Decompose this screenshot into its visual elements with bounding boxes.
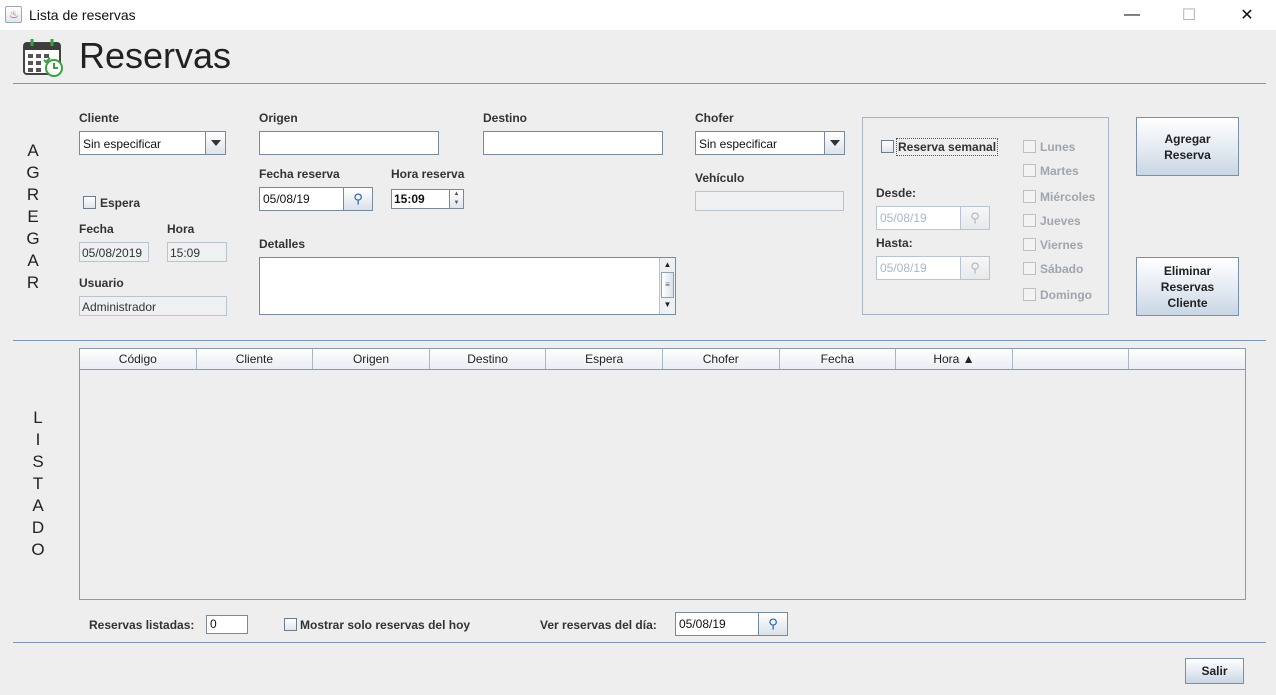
- reserva-semanal-label: Reserva semanal: [896, 138, 999, 156]
- reserva-semanal-checkbox[interactable]: [881, 140, 894, 153]
- pin-icon: ⚲: [768, 616, 778, 631]
- destino-label: Destino: [483, 111, 528, 125]
- miercoles-checkbox[interactable]: [1023, 190, 1036, 203]
- column-header-destino[interactable]: Destino: [430, 349, 547, 369]
- hasta-input[interactable]: 05/08/19: [876, 256, 961, 280]
- hasta-calendar-button[interactable]: ⚲: [960, 256, 990, 280]
- divider: [13, 642, 1266, 643]
- section-label-listado: LISTADO: [31, 408, 45, 559]
- chevron-down-icon: [205, 132, 225, 154]
- column-header-chofer[interactable]: Chofer: [663, 349, 780, 369]
- pin-icon: ⚲: [970, 260, 980, 275]
- hora-reserva-label: Hora reserva: [391, 167, 465, 181]
- usuario-label: Usuario: [79, 276, 124, 290]
- fecha-reserva-label: Fecha reserva: [259, 167, 340, 181]
- chofer-label: Chofer: [695, 111, 734, 125]
- page-title: Reservas: [79, 35, 232, 76]
- divider: [13, 340, 1266, 341]
- usuario-field: Administrador: [79, 296, 227, 316]
- column-header-fecha[interactable]: Fecha: [780, 349, 897, 369]
- table-header: Código Cliente Origen Destino Espera Cho…: [80, 349, 1245, 370]
- viernes-checkbox[interactable]: [1023, 238, 1036, 251]
- mostrar-hoy-checkbox[interactable]: [284, 618, 297, 631]
- domingo-checkbox[interactable]: [1023, 288, 1036, 301]
- lunes-checkbox[interactable]: [1023, 140, 1036, 153]
- reservas-listadas-field[interactable]: 0: [206, 615, 248, 634]
- column-header-extra-2[interactable]: [1129, 349, 1245, 369]
- espera-label: Espera: [100, 196, 141, 210]
- maximize-button[interactable]: ☐: [1160, 0, 1218, 30]
- lunes-label: Lunes: [1040, 140, 1076, 154]
- hora-reserva-input[interactable]: 15:09: [391, 189, 450, 209]
- detalles-scrollbar[interactable]: ▲ ≡ ▼: [659, 258, 675, 314]
- sabado-label: Sábado: [1040, 262, 1084, 276]
- spinner-up-icon[interactable]: ▲: [450, 190, 463, 199]
- jueves-checkbox[interactable]: [1023, 214, 1036, 227]
- eliminar-reservas-cliente-button[interactable]: Eliminar Reservas Cliente: [1136, 257, 1239, 316]
- cliente-combo-value: Sin especificar: [83, 137, 162, 151]
- agregar-reserva-button[interactable]: Agregar Reserva: [1136, 117, 1239, 176]
- hasta-label: Hasta:: [876, 236, 913, 250]
- calendar-clock-icon: [22, 38, 64, 78]
- divider: [13, 83, 1266, 84]
- close-button[interactable]: ✕: [1218, 0, 1276, 30]
- desde-label: Desde:: [876, 186, 917, 200]
- column-header-origen[interactable]: Origen: [313, 349, 430, 369]
- destino-input[interactable]: [483, 131, 663, 155]
- desde-input[interactable]: 05/08/19: [876, 206, 961, 230]
- hora-field: 15:09: [167, 242, 227, 262]
- ver-reservas-dia-calendar-button[interactable]: ⚲: [758, 612, 788, 636]
- miercoles-label: Miércoles: [1040, 190, 1096, 204]
- fecha-reserva-input[interactable]: 05/08/19: [259, 187, 344, 211]
- salir-button[interactable]: Salir: [1185, 658, 1244, 684]
- reservas-listadas-label: Reservas listadas:: [89, 618, 195, 632]
- fecha-field: 05/08/2019: [79, 242, 149, 262]
- window-title: Lista de reservas: [29, 7, 136, 23]
- ver-reservas-dia-label: Ver reservas del día:: [540, 618, 657, 632]
- spinner-down-icon[interactable]: ▼: [450, 199, 463, 208]
- hora-reserva-spinner[interactable]: ▲ ▼: [449, 189, 464, 209]
- vehiculo-label: Vehículo: [695, 171, 745, 185]
- ver-reservas-dia-input[interactable]: 05/08/19: [675, 612, 760, 636]
- cliente-label: Cliente: [79, 111, 120, 125]
- reservas-table[interactable]: Código Cliente Origen Destino Espera Cho…: [79, 348, 1246, 600]
- column-header-cliente[interactable]: Cliente: [197, 349, 314, 369]
- espera-checkbox[interactable]: [83, 196, 96, 209]
- origen-label: Origen: [259, 111, 298, 125]
- desde-calendar-button[interactable]: ⚲: [960, 206, 990, 230]
- martes-label: Martes: [1040, 164, 1079, 178]
- section-label-agregar: AGREGAR: [26, 141, 40, 292]
- mostrar-hoy-label: Mostrar solo reservas del hoy: [300, 618, 471, 632]
- scroll-thumb[interactable]: ≡: [661, 272, 674, 298]
- pin-icon: ⚲: [970, 210, 980, 225]
- scroll-up-icon[interactable]: ▲: [660, 258, 675, 272]
- sabado-checkbox[interactable]: [1023, 262, 1036, 275]
- column-header-extra-1[interactable]: [1013, 349, 1130, 369]
- column-header-hora[interactable]: Hora ▲: [896, 349, 1013, 369]
- detalles-textarea[interactable]: ▲ ≡ ▼: [259, 257, 676, 315]
- java-app-icon: ♨: [5, 6, 22, 23]
- fecha-label: Fecha: [79, 222, 114, 236]
- origen-input[interactable]: [259, 131, 439, 155]
- minimize-button[interactable]: —: [1103, 0, 1161, 30]
- fecha-reserva-calendar-button[interactable]: ⚲: [343, 187, 373, 211]
- title-bar: ♨ Lista de reservas — ☐ ✕: [0, 0, 1276, 30]
- detalles-label: Detalles: [259, 237, 306, 251]
- cliente-combo[interactable]: Sin especificar: [79, 131, 226, 155]
- viernes-label: Viernes: [1040, 238, 1084, 252]
- chofer-combo[interactable]: Sin especificar: [695, 131, 845, 155]
- jueves-label: Jueves: [1040, 214, 1081, 228]
- hora-label: Hora: [167, 222, 195, 236]
- martes-checkbox[interactable]: [1023, 164, 1036, 177]
- column-header-codigo[interactable]: Código: [80, 349, 197, 369]
- chofer-combo-value: Sin especificar: [699, 137, 778, 151]
- scroll-down-icon[interactable]: ▼: [660, 298, 675, 312]
- pin-icon: ⚲: [353, 191, 363, 206]
- vehiculo-field: [695, 191, 844, 211]
- domingo-label: Domingo: [1040, 288, 1092, 302]
- column-header-espera[interactable]: Espera: [546, 349, 663, 369]
- chevron-down-icon: [824, 132, 844, 154]
